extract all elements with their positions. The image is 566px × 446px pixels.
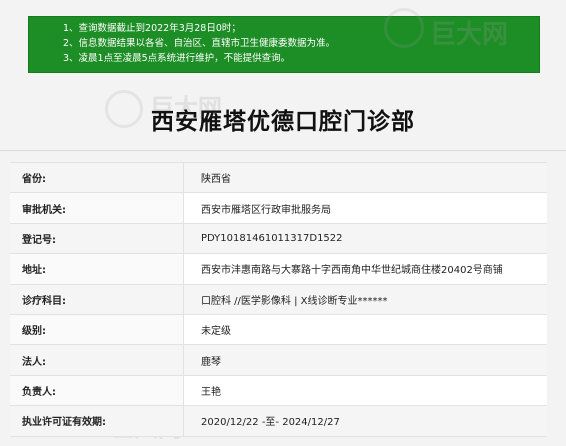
field-value: 西安市雁塔区行政审批服务局 (184, 193, 547, 223)
table-row-license-validity: 执业许可证有效期: 2020/12/22 -至- 2024/12/27 (10, 406, 547, 437)
field-label: 法人: (10, 345, 184, 375)
table-row-registration-no: 登记号: PDY10181461011317D1522 (10, 223, 547, 255)
field-value: 未定级 (184, 314, 547, 345)
notice-banner: 1、查询数据截止到2022年3月28日0时； 2、信息数据结果以各省、自治区、直… (28, 16, 540, 73)
table-row-address: 地址: 西安市沣惠南路与大寨路十字西南角中华世纪城商住楼20402号商铺 (10, 254, 547, 285)
field-label: 级别: (10, 314, 184, 345)
table-row-level: 级别: 未定级 (10, 314, 547, 346)
field-value: 西安市沣惠南路与大寨路十字西南角中华世纪城商住楼20402号商铺 (184, 254, 547, 284)
field-value: 陕西省 (184, 163, 547, 193)
field-value: 口腔科 //医学影像科 | X线诊断专业****** (184, 284, 547, 314)
table-row-legal-person: 法人: 鹿琴 (10, 345, 547, 376)
field-label: 登记号: (10, 223, 184, 254)
field-value: PDY10181461011317D1522 (184, 223, 547, 254)
info-table: 省份: 陕西省 审批机关: 西安市雁塔区行政审批服务局 登记号: PDY1018… (10, 162, 547, 437)
table-row-departments: 诊疗科目: 口腔科 //医学影像科 | X线诊断专业****** (10, 284, 547, 315)
field-value: 鹿琴 (184, 345, 547, 375)
field-label: 负责人: (10, 375, 184, 406)
table-row-authority: 审批机关: 西安市雁塔区行政审批服务局 (10, 193, 547, 224)
field-label: 诊疗科目: (10, 284, 184, 314)
title-divider (0, 150, 566, 151)
field-value: 2020/12/22 -至- 2024/12/27 (184, 406, 547, 436)
table-row-person-in-charge: 负责人: 王艳 (10, 375, 547, 407)
field-label: 地址: (10, 254, 184, 284)
field-label: 审批机关: (10, 193, 184, 223)
field-value: 王艳 (184, 375, 547, 406)
page-title: 西安雁塔优德口腔门诊部 (151, 109, 415, 135)
field-label: 省份: (10, 163, 184, 193)
table-row-province: 省份: 陕西省 (10, 163, 547, 194)
notice-line-1: 1、查询数据截止到2022年3月28日0时； (63, 23, 241, 34)
notice-line-3: 3、凌晨1点至凌晨5点系统进行维护，不能提供查询。 (63, 53, 291, 64)
notice-line-2: 2、信息数据结果以各省、自治区、直辖市卫生健康委数据为准。 (63, 38, 336, 49)
field-label: 执业许可证有效期: (10, 406, 184, 436)
